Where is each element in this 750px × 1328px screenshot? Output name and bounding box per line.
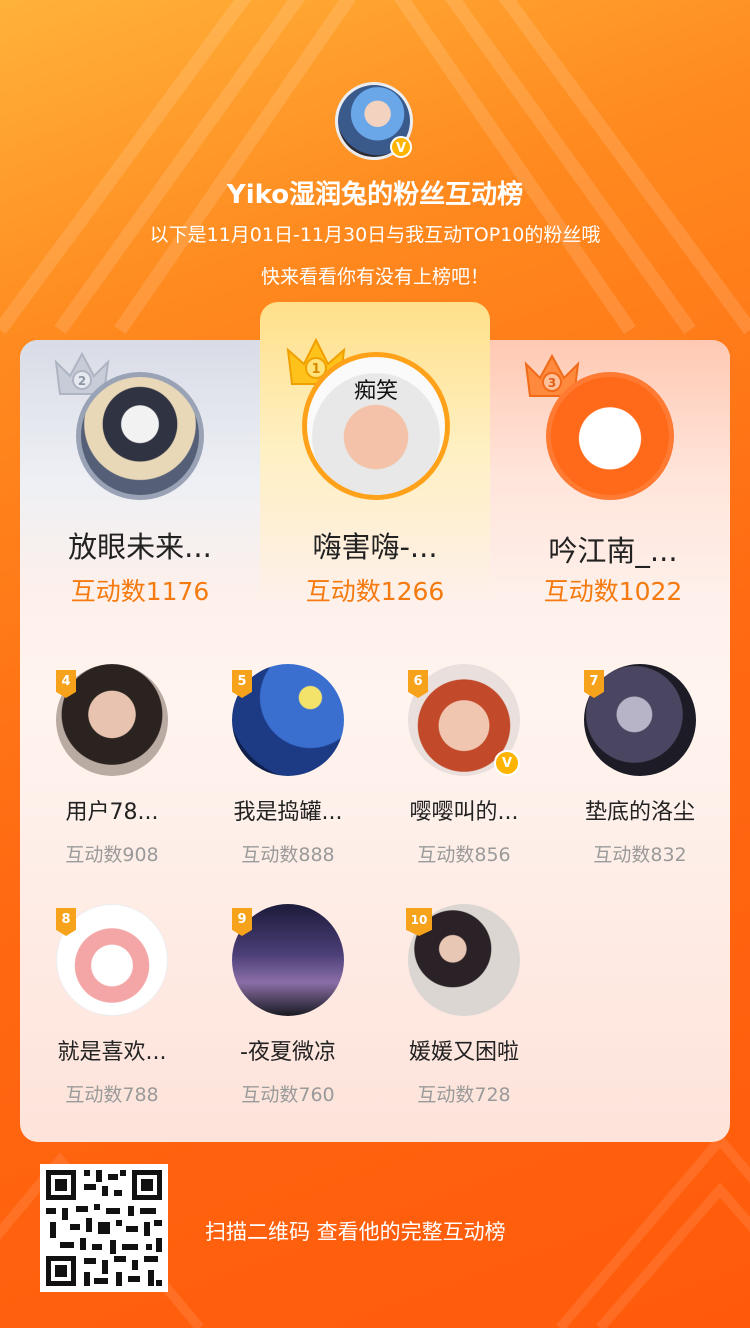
rank1-name[interactable]: 嗨害嗨-... [260,524,490,566]
fan-rank-7[interactable]: 垫底的洛尘 互动数832 [552,664,728,867]
fan-rank-8[interactable]: 就是喜欢... 互动数788 [24,904,200,1107]
page-title: Yiko湿润兔的粉丝互动榜 [226,180,524,210]
rank2-name[interactable]: 放眼未来... [25,524,255,566]
fan-count: 互动数856 [417,844,511,866]
rank3-name[interactable]: 吟江南_... [498,528,728,570]
fan-count: 互动数760 [241,1084,335,1106]
rank2-count: 互动数1176 [70,577,210,606]
qr-code[interactable] [40,1164,168,1292]
verified-badge-icon: V [494,750,520,776]
fan-name: 就是喜欢... [57,1040,167,1065]
fan-count: 互动数728 [417,1084,511,1106]
fan-rank-4[interactable]: 用户78... 互动数908 [24,664,200,867]
fan-count: 互动数788 [65,1084,159,1106]
fan-name: 媛媛又困啦 [408,1040,519,1065]
fan-count: 互动数888 [241,844,335,866]
fan-name: 嘤嘤叫的... [409,800,519,825]
rank3-count: 互动数1022 [543,577,683,606]
qr-hint-text: 扫描二维码 查看他的完整互动榜 [205,1220,506,1244]
subtitle-invite: 快来看看你有没有上榜吧！ [260,266,489,288]
rank1-count: 互动数1266 [305,577,445,606]
fan-count: 互动数908 [65,844,159,866]
fan-name: 我是捣罐... [233,800,343,825]
fan-rank-9[interactable]: -夜夏微凉 互动数760 [200,904,376,1107]
svg-text:2: 2 [78,374,86,388]
rank1-avatar[interactable]: 痴笑 [302,352,450,500]
fan-rank-6[interactable]: 嘤嘤叫的... 互动数856 [376,664,552,867]
fan-name: 垫底的洛尘 [584,800,695,825]
fan-name: -夜夏微凉 [240,1040,336,1065]
fan-rank-10[interactable]: 媛媛又困啦 互动数728 [376,904,552,1107]
subtitle-period: 以下是11月01日-11月30日与我互动TOP10的粉丝哦 [149,224,601,246]
fan-count: 互动数832 [593,844,687,866]
rank2-avatar[interactable] [76,372,204,500]
fan-name: 用户78... [65,800,159,825]
rank1-avatar-caption: 痴笑 [353,379,398,404]
verified-badge-icon: V [390,136,412,158]
fan-rank-5[interactable]: 我是捣罐... 互动数888 [200,664,376,867]
svg-text:3: 3 [548,376,556,390]
fan-ranking-page: V Yiko湿润兔的粉丝互动榜 以下是11月01日-11月30日与我互动TOP1… [0,0,750,1328]
rank3-avatar[interactable] [546,372,674,500]
